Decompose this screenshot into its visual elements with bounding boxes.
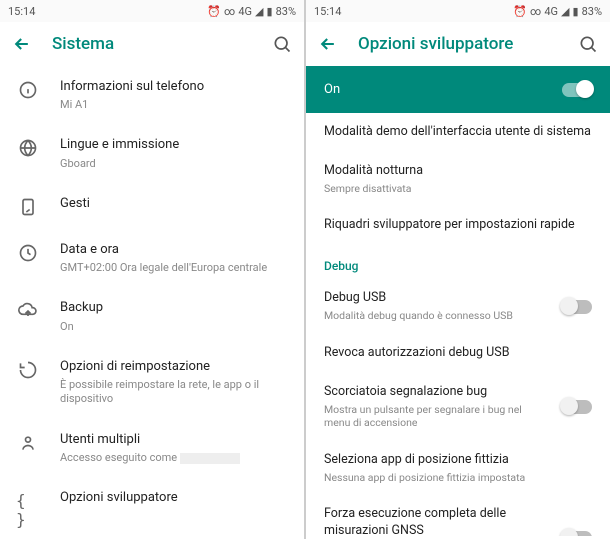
battery-icon: ▮ [267,5,273,18]
master-toggle-switch[interactable] [562,83,592,97]
option-title: Modalità notturna [324,163,592,180]
status-bar: 15:14 ⏰ ∞ 4G ◢ ▮ 83% [0,0,304,22]
option-title: Scorciatoia segnalazione bug [324,384,550,401]
toggle-switch[interactable] [562,400,592,414]
option-title: Forza esecuzione completa delle misurazi… [324,506,550,536]
item-subtitle: È possibile reimpostare la rete, le app … [60,378,288,407]
item-title: Opzioni di reimpostazione [60,358,288,376]
reset-icon [16,358,40,380]
settings-item[interactable]: Opzioni di reimpostazione È possibile rei… [0,346,304,419]
section-header-debug: Debug [306,245,610,279]
option-item[interactable]: Seleziona app di posizione fittizia Nessu… [306,441,610,496]
search-button[interactable] [272,34,292,54]
item-title: Lingue e immissione [60,136,288,154]
settings-item[interactable]: Informazioni sul telefono Mi A1 [0,66,304,124]
item-subtitle: Accesso eseguito come [60,451,288,465]
volte-icon: ∞ [530,5,541,18]
option-item[interactable]: Modalità demo dell'interfaccia utente di… [306,113,610,152]
back-button[interactable] [318,34,338,54]
item-title: Data e ora [60,241,288,259]
option-title: Debug USB [324,290,550,307]
option-item[interactable]: Forza esecuzione completa delle misurazi… [306,495,610,536]
option-subtitle: Modalità debug quando è connesso USB [324,309,550,323]
info-icon [16,78,40,100]
gestures-icon [16,195,40,217]
settings-item[interactable]: Data e ora GMT+02:00 Ora legale dell'Euro… [0,229,304,287]
option-item[interactable]: Riquadri sviluppatore per impostazioni r… [306,206,610,245]
item-title: Informazioni sul telefono [60,78,288,96]
users-icon [16,431,40,453]
settings-item[interactable]: Gesti [0,183,304,229]
item-title: Gesti [60,195,288,213]
item-title: Utenti multipli [60,431,288,449]
braces-icon: { } [16,489,40,529]
clock-icon [16,241,40,263]
backup-icon [16,299,40,321]
redacted-text [180,453,240,464]
item-title: Opzioni sviluppatore [60,489,288,507]
battery-text: 83% [276,5,296,18]
master-toggle-label: On [324,82,562,97]
option-subtitle: Sempre disattivata [324,182,592,196]
settings-item[interactable]: Utenti multipli Accesso eseguito come [0,419,304,477]
status-right: ⏰ ∞ 4G ◢ ▮ 83% [513,5,602,18]
back-button[interactable] [12,34,32,54]
search-button[interactable] [578,34,598,54]
option-item[interactable]: Revoca autorizzazioni debug USB [306,334,610,373]
developer-options-list: Modalità demo dell'interfaccia utente di… [306,113,610,536]
battery-icon: ▮ [573,5,579,18]
globe-icon [16,136,40,158]
battery-text: 83% [582,5,602,18]
option-item[interactable]: Scorciatoia segnalazione bug Mostra un pu… [306,373,610,441]
signal-icon: ◢ [255,5,263,18]
signal-icon: ◢ [561,5,569,18]
item-subtitle: GMT+02:00 Ora legale dell'Europa central… [60,261,288,275]
option-title: Revoca autorizzazioni debug USB [324,345,592,362]
item-subtitle: Gboard [60,157,288,171]
master-toggle-row[interactable]: On [306,66,610,113]
alarm-icon: ⏰ [513,5,527,18]
option-subtitle: Nessuna app di posizione fittizia impost… [324,471,592,485]
settings-item[interactable]: Lingue e immissione Gboard [0,124,304,182]
toggle-switch[interactable] [562,531,592,536]
status-time: 15:14 [8,5,207,18]
settings-item[interactable]: { } Opzioni sviluppatore [0,477,304,539]
screen-developer-options: 15:14 ⏰ ∞ 4G ◢ ▮ 83% Opzioni sviluppator… [306,0,610,539]
network-text: 4G [238,5,252,18]
screen-system: 15:14 ⏰ ∞ 4G ◢ ▮ 83% Sistema Informazion… [0,0,304,539]
status-time: 15:14 [314,5,513,18]
status-bar: 15:14 ⏰ ∞ 4G ◢ ▮ 83% [306,0,610,22]
option-item[interactable]: Debug USB Modalità debug quando è conness… [306,279,610,334]
volte-icon: ∞ [224,5,235,18]
page-title: Sistema [52,34,252,54]
app-bar: Opzioni sviluppatore [306,22,610,66]
settings-list: Informazioni sul telefono Mi A1 Lingue e i… [0,66,304,539]
app-bar: Sistema [0,22,304,66]
item-subtitle: Mi A1 [60,98,288,112]
option-subtitle: Mostra un pulsante per segnalare i bug n… [324,403,550,430]
option-title: Riquadri sviluppatore per impostazioni r… [324,217,592,234]
settings-item[interactable]: Backup On [0,287,304,345]
toggle-switch[interactable] [562,300,592,314]
option-title: Modalità demo dell'interfaccia utente di… [324,124,592,141]
alarm-icon: ⏰ [207,5,221,18]
page-title: Opzioni sviluppatore [358,34,558,54]
item-title: Backup [60,299,288,317]
option-item[interactable]: Modalità notturna Sempre disattivata [306,152,610,207]
option-title: Seleziona app di posizione fittizia [324,452,592,469]
status-right: ⏰ ∞ 4G ◢ ▮ 83% [207,5,296,18]
network-text: 4G [544,5,558,18]
item-subtitle: On [60,320,288,334]
